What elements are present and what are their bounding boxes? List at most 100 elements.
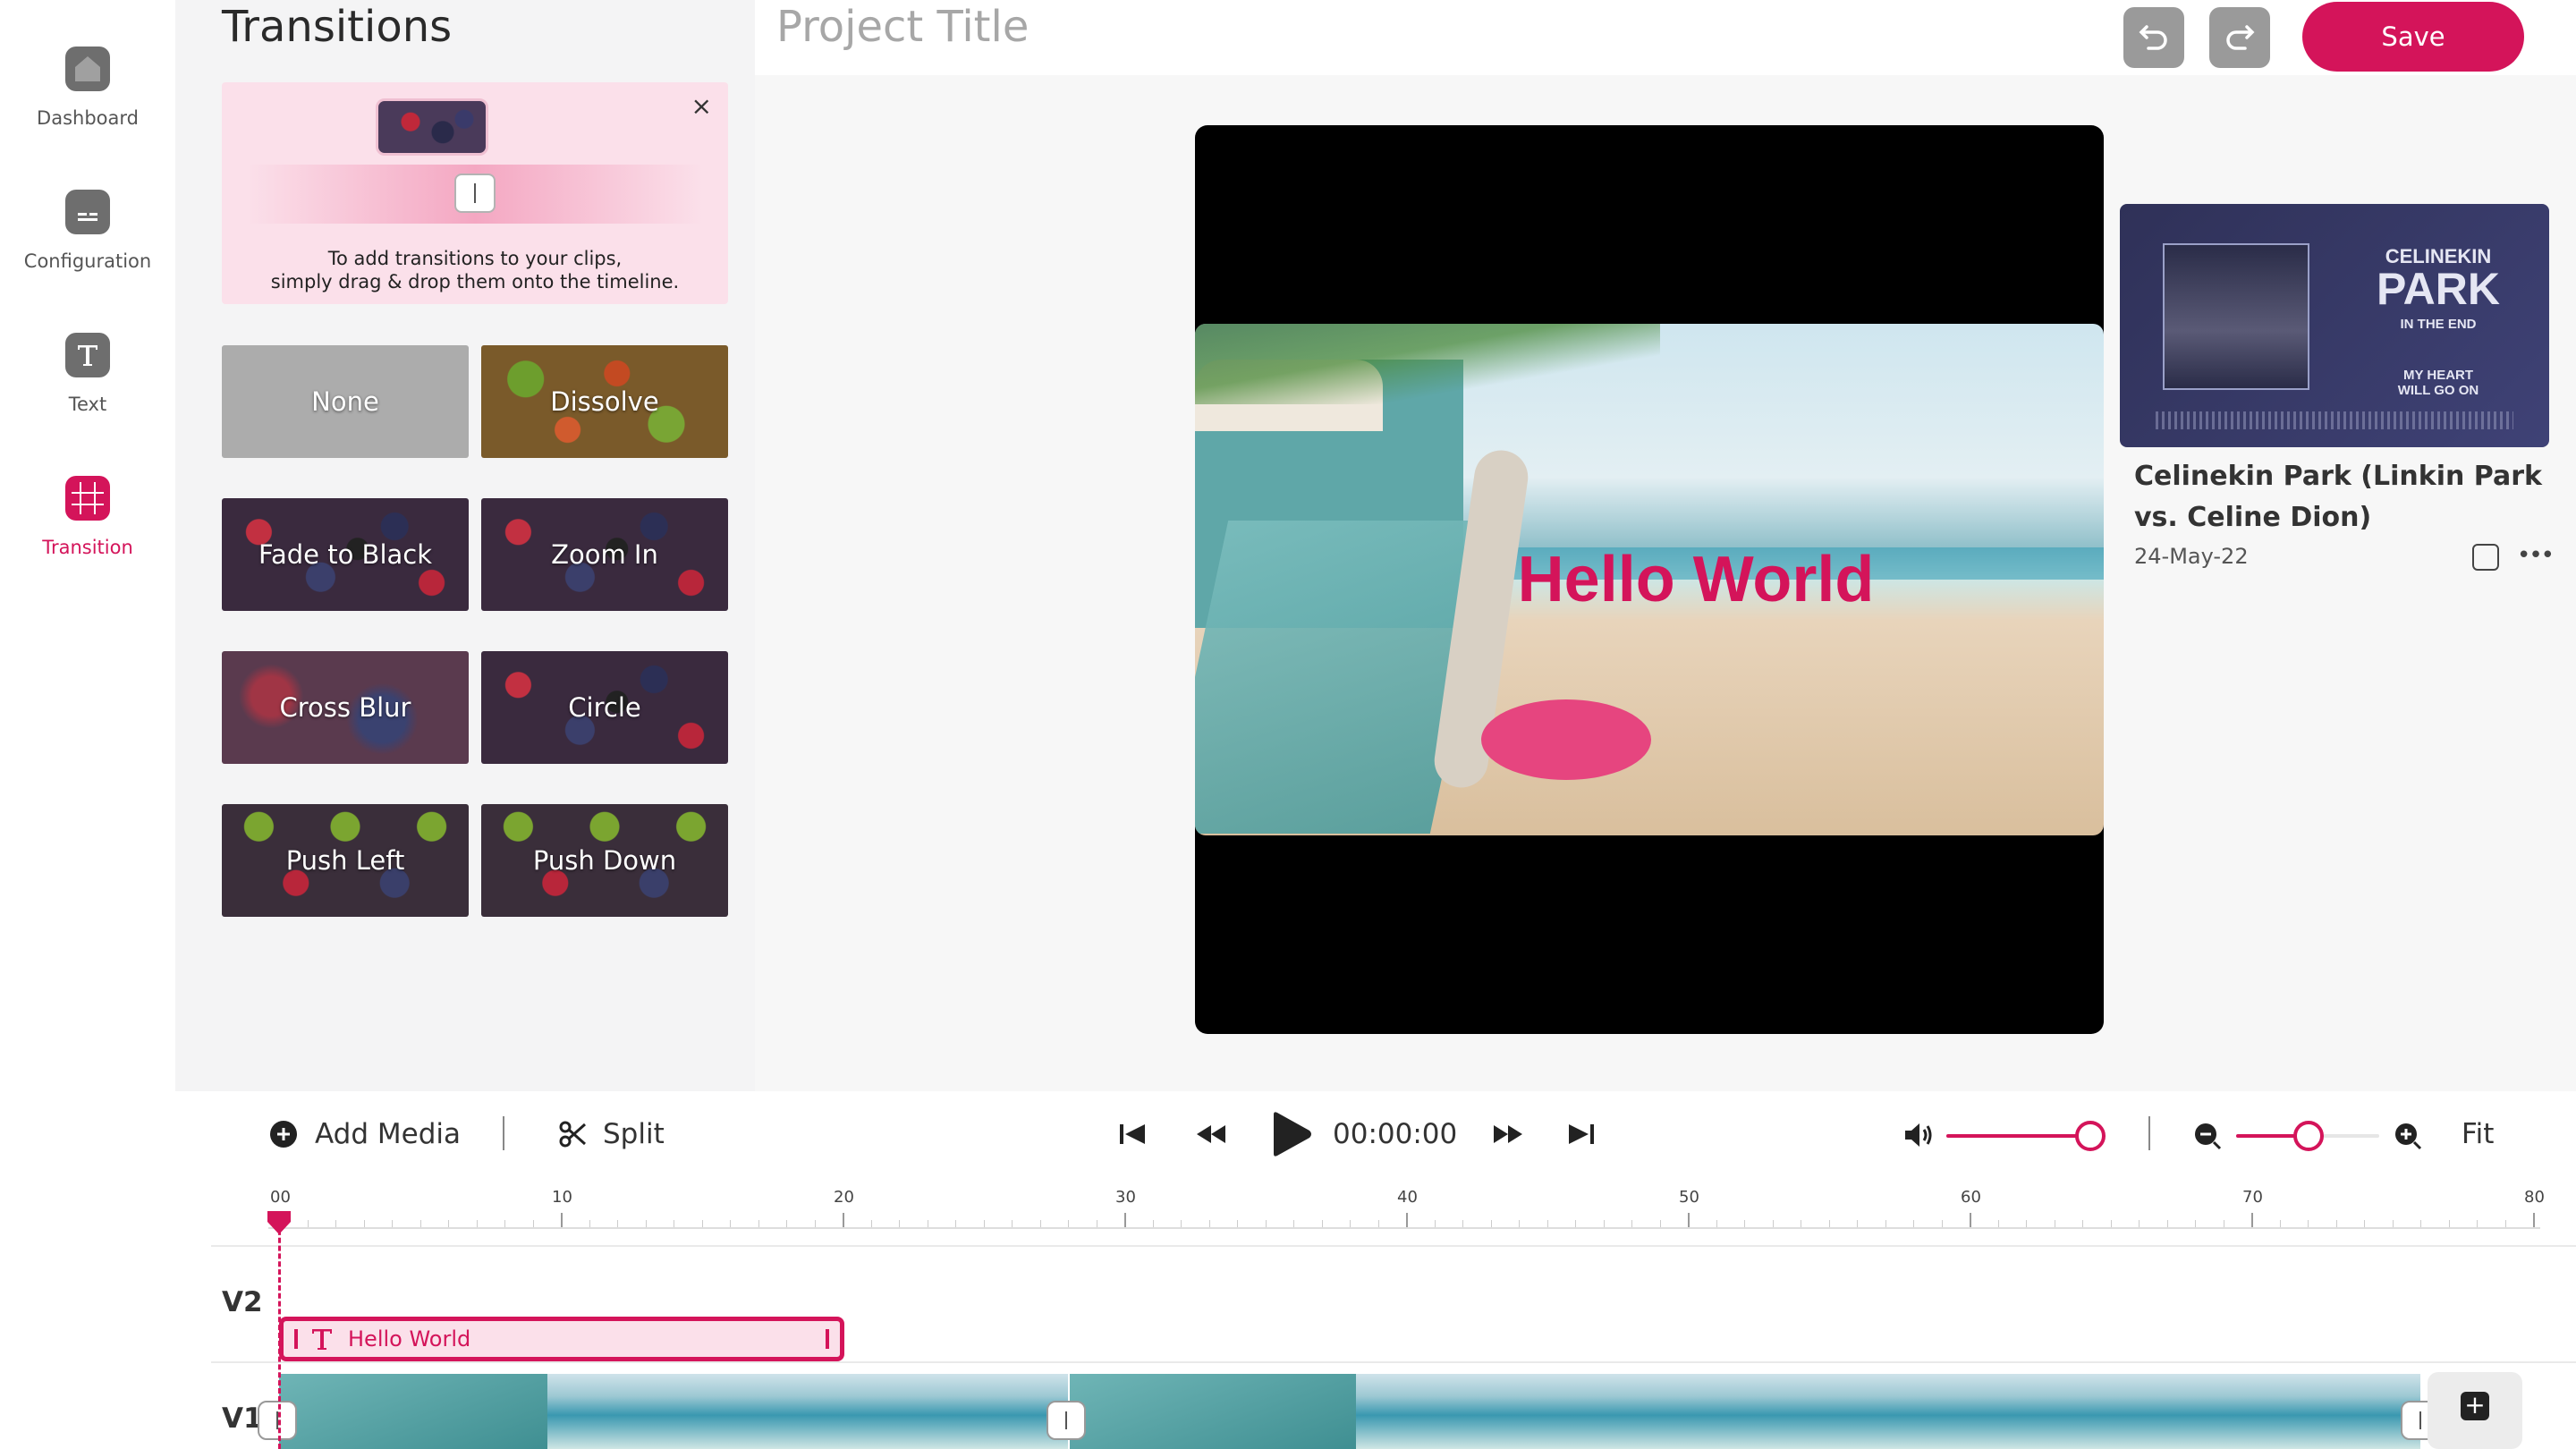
scene-flamingo-float	[1481, 699, 1651, 780]
redo-button[interactable]	[2209, 7, 2270, 68]
media-select-checkbox[interactable]	[2472, 544, 2499, 571]
subtitles-icon	[65, 190, 110, 234]
transition-tile-circle[interactable]: Circle	[481, 651, 728, 764]
rewind-button[interactable]	[1195, 1123, 1227, 1145]
timeline-tick-label: 50	[1679, 1188, 1699, 1207]
timeline-tick-label: 30	[1115, 1188, 1136, 1207]
undo-button[interactable]	[2123, 7, 2184, 68]
fast-forward-icon	[1494, 1125, 1522, 1143]
timeline-minor-tick	[2166, 1220, 2168, 1227]
transition-tile-push-down[interactable]: Push Down	[481, 804, 728, 917]
album-logo: CELINEKIN PARK IN THE END MY HEART WILL …	[2367, 245, 2510, 398]
timeline-major-tick	[1970, 1213, 1971, 1227]
close-icon[interactable]: ×	[691, 91, 712, 121]
video-clip-2[interactable]	[1070, 1374, 2420, 1449]
timeline-ruler	[268, 1227, 2540, 1229]
zoom-slider-knob[interactable]	[2293, 1121, 2324, 1151]
playhead-line[interactable]	[278, 1222, 281, 1449]
text-icon	[65, 333, 110, 377]
timeline-minor-tick	[1377, 1220, 1379, 1227]
nav-item-text[interactable]: Text	[0, 333, 175, 415]
split-button[interactable]: Split	[558, 1118, 665, 1150]
transition-tile-zoom-in[interactable]: Zoom In	[481, 498, 728, 611]
clip-transition-handle[interactable]	[258, 1401, 297, 1440]
volume-slider-track[interactable]	[1946, 1134, 2089, 1138]
preview-text-overlay[interactable]: Hello World	[1463, 543, 1928, 616]
panel-title: Transitions	[222, 2, 453, 52]
timeline-tick-label: 10	[552, 1188, 572, 1207]
album-logo-line2: PARK	[2377, 264, 2500, 314]
media-date: 24-May-22	[2134, 544, 2249, 569]
timeline-minor-tick	[870, 1220, 872, 1227]
transition-tile-label: Circle	[568, 692, 641, 723]
add-media-label: Add Media	[315, 1118, 461, 1150]
play-icon	[1274, 1112, 1311, 1157]
volume-slider-knob[interactable]	[2075, 1121, 2106, 1151]
skip-to-end-button[interactable]	[1567, 1122, 1596, 1147]
transition-tile-push-left[interactable]: Push Left	[222, 804, 469, 917]
timeline-minor-tick	[1885, 1220, 1886, 1227]
timeline-minor-tick	[2082, 1220, 2083, 1227]
timeline-major-tick	[1124, 1213, 1126, 1227]
nav-item-transition[interactable]: Transition	[0, 476, 175, 558]
transition-hint-card: × To add transitions to your clips, simp…	[222, 82, 728, 304]
transition-tile-cross-blur[interactable]: Cross Blur	[222, 651, 469, 764]
clip-trim-handle-right[interactable]	[826, 1329, 829, 1349]
fit-button[interactable]: Fit	[2462, 1118, 2494, 1150]
nav-label-configuration: Configuration	[23, 250, 152, 272]
fast-forward-button[interactable]	[1492, 1123, 1524, 1145]
timeline-minor-tick	[1434, 1220, 1436, 1227]
toolbar-divider	[2148, 1116, 2150, 1150]
save-button[interactable]: Save	[2302, 2, 2524, 72]
timeline-minor-tick	[2026, 1220, 2027, 1227]
text-clip[interactable]: Hello World	[279, 1317, 844, 1361]
volume-button[interactable]	[1903, 1122, 1936, 1148]
project-title[interactable]: Project Title	[776, 2, 1029, 52]
scissors-icon	[559, 1121, 586, 1148]
timeline-minor-tick	[1039, 1220, 1041, 1227]
timeline-minor-tick	[1490, 1220, 1492, 1227]
timeline-minor-tick	[1068, 1220, 1069, 1227]
album-logo-line4: MY HEART WILL GO ON	[2367, 368, 2510, 398]
transition-tile-none[interactable]: None	[222, 345, 469, 458]
clip-transition-handle[interactable]	[1046, 1401, 1086, 1440]
more-options-icon[interactable]: •••	[2517, 542, 2555, 569]
timeline-minor-tick	[2279, 1220, 2281, 1227]
timeline-minor-tick	[2392, 1220, 2394, 1227]
nav-label-text: Text	[68, 394, 107, 415]
hint-text-line2: simply drag & drop them onto the timelin…	[270, 271, 680, 292]
transition-tile-dissolve[interactable]: Dissolve	[481, 345, 728, 458]
add-media-button[interactable]: Add Media	[268, 1118, 461, 1150]
timeline-tick-label: 60	[1961, 1188, 1981, 1207]
timeline-minor-tick	[786, 1220, 787, 1227]
add-clip-button[interactable]: +	[2428, 1372, 2522, 1449]
toolbar-divider	[503, 1116, 504, 1150]
timeline-minor-tick	[730, 1220, 731, 1227]
nav-item-dashboard[interactable]: Dashboard	[0, 47, 175, 129]
timeline-minor-tick	[2308, 1220, 2309, 1227]
timeline-minor-tick	[758, 1220, 759, 1227]
skip-to-start-button[interactable]	[1118, 1122, 1147, 1147]
zoom-out-button[interactable]	[2193, 1122, 2222, 1150]
album-logo-line4a: MY HEART	[2402, 368, 2474, 383]
playhead-marker-icon[interactable]	[266, 1209, 292, 1236]
play-button[interactable]	[1268, 1111, 1313, 1157]
zoom-in-button[interactable]	[2394, 1122, 2422, 1150]
transition-tile-label: Push Down	[532, 845, 677, 876]
plus-icon: +	[2461, 1392, 2489, 1420]
rewind-icon	[1197, 1125, 1225, 1143]
clip-trim-handle-left[interactable]	[294, 1329, 298, 1349]
timeline-minor-tick	[1350, 1220, 1351, 1227]
timeline-minor-tick	[2139, 1220, 2140, 1227]
hint-illustration-handle	[454, 174, 496, 213]
timeline-minor-tick	[1575, 1220, 1576, 1227]
transition-tile-fade-to-black[interactable]: Fade to Black	[222, 498, 469, 611]
timeline-tick-label: 80	[2524, 1188, 2545, 1207]
media-thumbnail[interactable]: CELINEKIN PARK IN THE END MY HEART WILL …	[2120, 204, 2549, 447]
text-icon	[312, 1329, 332, 1350]
timeline-minor-tick	[2504, 1220, 2506, 1227]
timeline-tick-label: 00	[270, 1188, 291, 1207]
timeline-major-tick	[1406, 1213, 1408, 1227]
nav-item-configuration[interactable]: Configuration	[0, 190, 175, 272]
video-clip-1[interactable]	[279, 1374, 1068, 1449]
